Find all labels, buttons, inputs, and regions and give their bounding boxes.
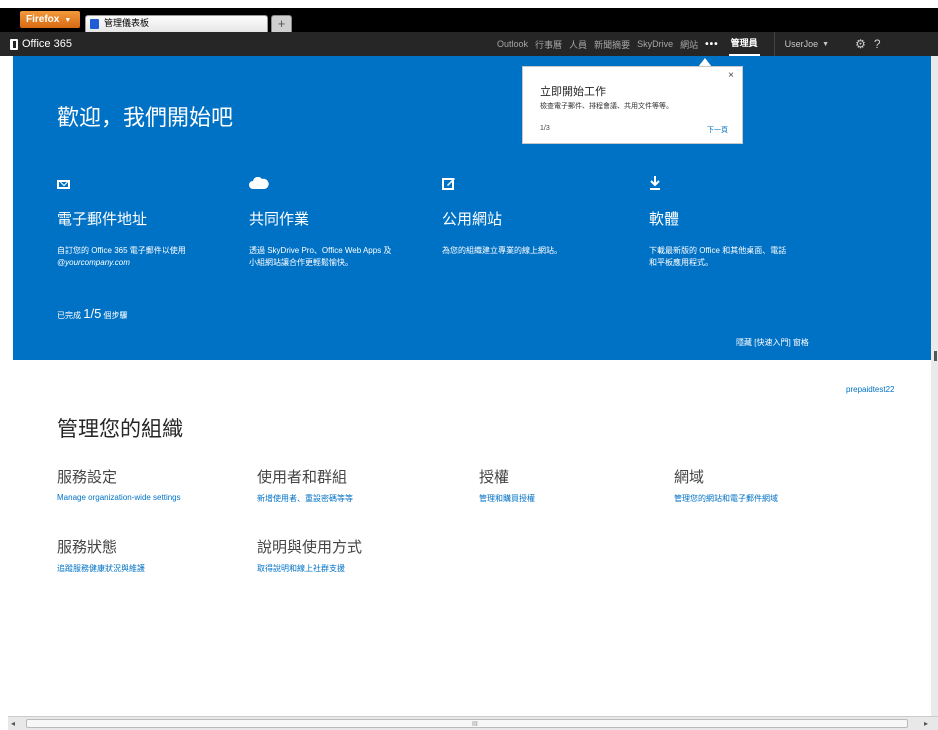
nav-link-people[interactable]: 人員 — [569, 38, 587, 51]
admin-licensing: 授權 管理和購買授權 — [479, 466, 535, 504]
page-title: 管理您的組織 — [57, 418, 183, 441]
office365-brand[interactable]: Office 365 — [10, 32, 72, 56]
navbar-divider — [773, 32, 775, 56]
vertical-scroll-grip[interactable] — [934, 351, 937, 361]
getting-started-callout: × 立即開始工作 檢查電子郵件、排程會議、共用文件等等。 1/3 下一頁 — [522, 66, 743, 144]
users-groups-title[interactable]: 使用者和群組 — [257, 466, 353, 487]
tenant-name: prepaidtest22 — [846, 385, 895, 394]
tile-software-title[interactable]: 軟體 — [649, 208, 786, 229]
tile-public-site[interactable]: 公用網站 為您的組織建立專業的線上網站。 — [442, 176, 562, 257]
tile-collaboration-desc: 透過 SkyDrive Pro、Office Web Apps 及 小組網站讓合… — [249, 246, 392, 267]
scroll-left-arrow-icon[interactable]: ◂ — [11, 717, 15, 730]
users-groups-link[interactable]: 新增使用者、重設密碼等等 — [257, 493, 353, 504]
tile-software-desc: 下載最新版的 Office 和其他桌面、電話 和平板應用程式。 — [649, 246, 787, 267]
tile-email-title[interactable]: 電子郵件地址 — [57, 208, 186, 229]
tab-title: 管理儀表板 — [104, 18, 150, 28]
getting-started-pane: 歡迎，我們開始吧 電子郵件地址 自訂您的 Office 365 電子郵件以使用 … — [13, 56, 931, 360]
nav-link-outlook[interactable]: Outlook — [497, 39, 528, 49]
browser-tab-bar: Firefox ▼ 管理儀表板 + — [0, 8, 938, 32]
chevron-down-icon: ▼ — [64, 17, 72, 24]
tile-public-site-title[interactable]: 公用網站 — [442, 208, 562, 229]
tile-public-site-desc: 為您的組織建立專業的線上網站。 — [442, 246, 562, 255]
gear-icon[interactable]: ⚙ — [855, 37, 866, 51]
chevron-down-icon[interactable]: ▼ — [822, 41, 829, 48]
tile-email-desc: 自訂您的 Office 365 電子郵件以使用 @yourcompany.com — [57, 246, 186, 267]
browser-tab-active[interactable]: 管理儀表板 — [85, 15, 268, 32]
callout-description: 檢查電子郵件、排程會議、共用文件等等。 — [540, 103, 673, 110]
admin-service-health: 服務狀態 追蹤服務健康狀況與維護 — [57, 536, 145, 574]
help-support-link[interactable]: 取得說明和線上社群支援 — [257, 563, 362, 574]
licensing-link[interactable]: 管理和購買授權 — [479, 493, 535, 504]
service-settings-link[interactable]: Manage organization-wide settings — [57, 493, 181, 502]
domains-title[interactable]: 網域 — [674, 466, 778, 487]
admin-domains: 網域 管理您的網站和電子郵件網域 — [674, 466, 778, 504]
new-tab-button[interactable]: + — [271, 15, 292, 32]
admin-service-settings: 服務設定 Manage organization-wide settings — [57, 466, 181, 502]
left-page-edge — [0, 56, 13, 360]
callout-step-indicator: 1/3 — [540, 125, 550, 132]
help-icon[interactable]: ? — [874, 37, 881, 51]
nav-link-newsfeed[interactable]: 新聞摘要 — [594, 38, 630, 51]
scroll-right-arrow-icon[interactable]: ▸ — [924, 717, 928, 730]
mail-icon — [57, 176, 186, 194]
firefox-menu-label: Firefox — [26, 14, 60, 25]
cloud-icon — [249, 176, 391, 194]
domains-link[interactable]: 管理您的網站和電子郵件網域 — [674, 493, 778, 504]
nav-link-sites[interactable]: 網站 — [680, 38, 698, 51]
service-health-title[interactable]: 服務狀態 — [57, 536, 145, 557]
horizontal-scroll-thumb[interactable]: III — [26, 719, 908, 728]
close-icon[interactable]: × — [728, 70, 734, 81]
progress-status: 已完成 1/5 個步驟 — [57, 306, 128, 321]
horizontal-scrollbar[interactable]: ◂ III ▸ — [8, 716, 938, 730]
tile-email[interactable]: 電子郵件地址 自訂您的 Office 365 電子郵件以使用 @yourcomp… — [57, 176, 186, 269]
callout-next-link[interactable]: 下一頁 — [707, 125, 728, 135]
edit-icon — [442, 176, 562, 194]
tile-software[interactable]: 軟體 下載最新版的 Office 和其他桌面、電話 和平板應用程式。 — [649, 176, 786, 269]
scroll-grip-icon: III — [472, 721, 478, 728]
help-support-title[interactable]: 說明與使用方式 — [257, 536, 362, 557]
tile-collaboration[interactable]: 共同作業 透過 SkyDrive Pro、Office Web Apps 及 小… — [249, 176, 391, 269]
window-top-strip — [0, 0, 938, 8]
download-icon — [649, 176, 786, 194]
admin-users-groups: 使用者和群組 新增使用者、重設密碼等等 — [257, 466, 353, 504]
nav-link-admin[interactable]: 管理員 — [728, 32, 760, 56]
office-logo-icon — [10, 38, 18, 50]
hero-title: 歡迎，我們開始吧 — [57, 105, 234, 130]
service-settings-title[interactable]: 服務設定 — [57, 466, 181, 487]
office365-navbar: Office 365 Outlook 行事曆 人員 新聞摘要 SkyDrive … — [0, 32, 938, 56]
admin-help-support: 說明與使用方式 取得說明和線上社群支援 — [257, 536, 362, 574]
more-apps-button[interactable]: ••• — [705, 39, 719, 50]
nav-link-calendar[interactable]: 行事曆 — [535, 38, 562, 51]
office-favicon-icon — [90, 19, 99, 29]
progress-count: 1/5 — [83, 306, 102, 321]
user-menu[interactable]: UserJoe — [785, 39, 819, 49]
callout-title: 立即開始工作 — [540, 86, 606, 98]
brand-label: Office 365 — [22, 38, 72, 50]
nav-link-skydrive[interactable]: SkyDrive — [637, 39, 673, 49]
service-health-link[interactable]: 追蹤服務健康狀況與維護 — [57, 563, 145, 574]
firefox-menu-button[interactable]: Firefox ▼ — [20, 11, 80, 28]
tile-collaboration-title[interactable]: 共同作業 — [249, 208, 391, 229]
hide-quickstart-link[interactable]: 隱藏 [快速入門] 窗格 — [736, 337, 809, 348]
app-launcher-links: Outlook 行事曆 人員 新聞摘要 SkyDrive 網站 ••• 管理員 … — [497, 32, 881, 56]
licensing-title[interactable]: 授權 — [479, 466, 535, 487]
vertical-scrollbar[interactable] — [931, 56, 938, 716]
